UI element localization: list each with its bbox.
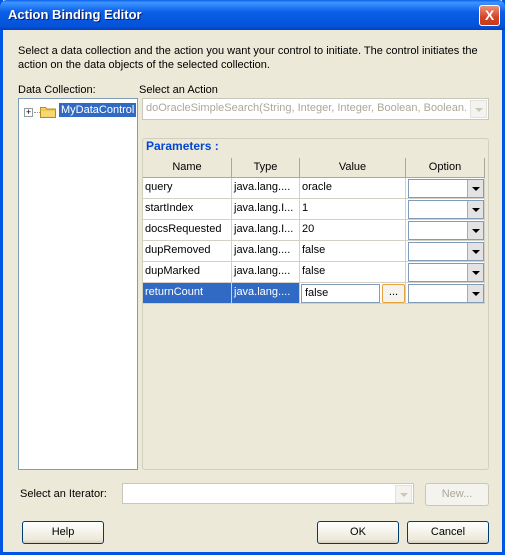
- table-row[interactable]: dupMarked java.lang.... false: [143, 262, 485, 283]
- plus-expander-icon[interactable]: +: [24, 108, 33, 117]
- ellipsis-button[interactable]: ...: [382, 284, 405, 303]
- chevron-down-icon[interactable]: [467, 222, 483, 239]
- folder-icon: [40, 107, 56, 118]
- param-option-select[interactable]: [408, 179, 484, 198]
- param-option-select[interactable]: [408, 284, 484, 303]
- chevron-down-icon[interactable]: [467, 285, 483, 302]
- param-type[interactable]: java.lang.I...: [232, 199, 300, 220]
- new-iterator-button[interactable]: New...: [425, 483, 489, 506]
- chevron-down-icon[interactable]: [467, 243, 483, 260]
- data-collection-label: Data Collection:: [18, 84, 96, 96]
- param-name[interactable]: query: [143, 178, 232, 199]
- param-name[interactable]: dupMarked: [143, 262, 232, 283]
- param-name[interactable]: dupRemoved: [143, 241, 232, 262]
- ok-button[interactable]: OK: [317, 521, 399, 544]
- tree-node-mydatacontrol[interactable]: MyDataControl: [59, 103, 137, 117]
- column-header-type[interactable]: Type: [232, 158, 300, 178]
- param-type[interactable]: java.lang.I...: [232, 220, 300, 241]
- window-title: Action Binding Editor: [8, 7, 142, 22]
- column-header-value[interactable]: Value: [300, 158, 406, 178]
- action-select-value: doOracleSimpleSearch(String, Integer, In…: [146, 102, 466, 114]
- title-bar[interactable]: Action Binding Editor X: [0, 0, 505, 30]
- description-text: Select a data collection and the action …: [18, 45, 478, 71]
- table-row-selected[interactable]: returnCount java.lang.... false ...: [143, 283, 485, 304]
- chevron-down-icon[interactable]: [395, 485, 412, 503]
- parameters-table: Name Type Value Option query java.lang..…: [143, 158, 485, 468]
- table-row[interactable]: startIndex java.lang.I... 1: [143, 199, 485, 220]
- table-row[interactable]: dupRemoved java.lang.... false: [143, 241, 485, 262]
- param-name[interactable]: returnCount: [143, 283, 232, 304]
- column-header-option[interactable]: Option: [406, 158, 485, 178]
- table-header: Name Type Value Option: [143, 158, 485, 179]
- param-option-select[interactable]: [408, 221, 484, 240]
- chevron-down-icon[interactable]: [470, 100, 487, 118]
- param-type[interactable]: java.lang....: [232, 178, 300, 199]
- cancel-button[interactable]: Cancel: [407, 521, 489, 544]
- param-type[interactable]: java.lang....: [232, 241, 300, 262]
- help-button[interactable]: Help: [22, 521, 104, 544]
- param-value[interactable]: false: [300, 262, 406, 283]
- data-collection-tree[interactable]: + MyDataControl: [18, 98, 138, 470]
- param-value[interactable]: 20: [300, 220, 406, 241]
- param-type[interactable]: java.lang....: [232, 283, 300, 304]
- dialog-window: Action Binding Editor X Select a data co…: [0, 0, 505, 555]
- dialog-client-area: Select a data collection and the action …: [3, 30, 502, 552]
- close-button[interactable]: X: [479, 5, 500, 26]
- param-value[interactable]: 1: [300, 199, 406, 220]
- param-name[interactable]: docsRequested: [143, 220, 232, 241]
- column-header-name[interactable]: Name: [143, 158, 232, 178]
- iterator-select[interactable]: [122, 483, 414, 504]
- table-row[interactable]: docsRequested java.lang.I... 20: [143, 220, 485, 241]
- chevron-down-icon[interactable]: [467, 201, 483, 218]
- param-type[interactable]: java.lang....: [232, 262, 300, 283]
- param-value-input[interactable]: false: [301, 284, 380, 303]
- param-option-select[interactable]: [408, 242, 484, 261]
- param-value[interactable]: oracle: [300, 178, 406, 199]
- table-row[interactable]: query java.lang.... oracle: [143, 178, 485, 199]
- select-action-label: Select an Action: [139, 84, 218, 96]
- param-option-select[interactable]: [408, 263, 484, 282]
- param-option-select[interactable]: [408, 200, 484, 219]
- chevron-down-icon[interactable]: [467, 180, 483, 197]
- parameters-title: Parameters :: [144, 139, 221, 153]
- iterator-label: Select an Iterator:: [20, 488, 107, 500]
- param-name[interactable]: startIndex: [143, 199, 232, 220]
- action-select[interactable]: doOracleSimpleSearch(String, Integer, In…: [142, 98, 489, 120]
- chevron-down-icon[interactable]: [467, 264, 483, 281]
- param-value[interactable]: false: [300, 241, 406, 262]
- close-icon: X: [484, 7, 495, 23]
